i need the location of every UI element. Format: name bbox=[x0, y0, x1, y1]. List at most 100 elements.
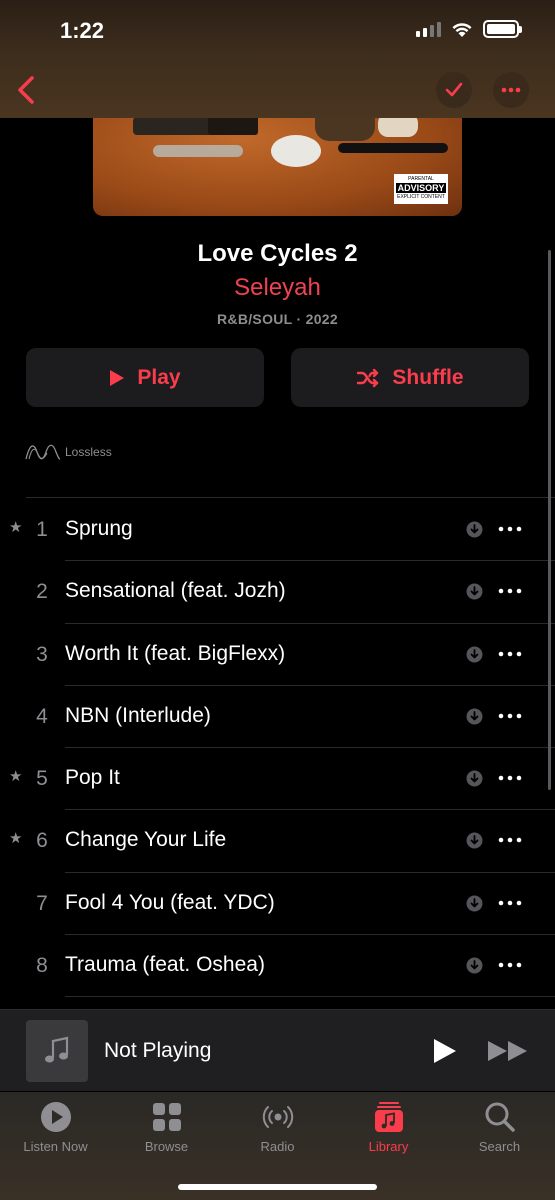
download-icon[interactable] bbox=[466, 832, 483, 849]
advisory-top-text: PARENTAL bbox=[408, 176, 434, 182]
track-list: ★ 1 Sprung 2 Sensational (feat. Jozh) 3 … bbox=[0, 498, 555, 998]
play-label: Play bbox=[137, 365, 181, 389]
track-row[interactable]: 4 NBN (Interlude) bbox=[0, 685, 555, 749]
track-number: 1 bbox=[36, 518, 48, 541]
artwork-object bbox=[133, 117, 213, 135]
track-more-icon[interactable] bbox=[498, 831, 522, 849]
tab-listen-now[interactable]: Listen Now bbox=[0, 1100, 111, 1154]
download-icon[interactable] bbox=[466, 521, 483, 538]
wifi-icon bbox=[452, 22, 472, 37]
track-number: 5 bbox=[36, 767, 48, 791]
download-icon[interactable] bbox=[466, 957, 483, 974]
more-options-button[interactable] bbox=[493, 72, 529, 108]
album-title: Love Cycles 2 bbox=[197, 240, 358, 267]
favorite-star-icon: ★ bbox=[9, 830, 23, 848]
track-row[interactable]: 7 Fool 4 You (feat. YDC) bbox=[0, 872, 555, 936]
library-icon bbox=[374, 1102, 403, 1132]
track-number: 7 bbox=[36, 891, 48, 915]
track-title: Pop It bbox=[65, 766, 120, 790]
track-more-icon[interactable] bbox=[498, 956, 522, 974]
mini-play-icon[interactable] bbox=[430, 1037, 458, 1065]
parental-advisory-label: PARENTAL ADVISORY EXPLICIT CONTENT bbox=[394, 174, 448, 204]
skip-forward-icon[interactable] bbox=[486, 1039, 530, 1063]
advisory-main-text: ADVISORY bbox=[396, 183, 446, 193]
tab-browse[interactable]: Browse bbox=[111, 1100, 222, 1154]
track-title: Change Your Life bbox=[65, 828, 227, 852]
back-chevron-icon[interactable] bbox=[12, 72, 42, 108]
shuffle-icon bbox=[357, 368, 379, 387]
album-artwork: PARENTAL ADVISORY EXPLICIT CONTENT bbox=[93, 105, 462, 216]
track-more-icon[interactable] bbox=[498, 769, 522, 787]
track-more-icon[interactable] bbox=[498, 582, 522, 600]
track-title: Worth It (feat. BigFlexx) bbox=[65, 641, 286, 665]
checkmark-icon bbox=[445, 82, 463, 97]
added-check-button[interactable] bbox=[436, 72, 472, 108]
lossless-badge[interactable]: Lossless bbox=[25, 441, 112, 463]
track-row[interactable]: 2 Sensational (feat. Jozh) bbox=[0, 560, 555, 624]
track-row[interactable]: ★ 6 Change Your Life bbox=[0, 809, 555, 873]
track-number: 6 bbox=[36, 829, 48, 853]
now-playing-title: Not Playing bbox=[104, 1039, 212, 1062]
download-icon[interactable] bbox=[466, 895, 483, 912]
radio-icon bbox=[262, 1106, 293, 1128]
tab-radio[interactable]: Radio bbox=[222, 1100, 333, 1154]
mini-player-artwork bbox=[26, 1020, 88, 1082]
download-icon[interactable] bbox=[466, 646, 483, 663]
status-time: 1:22 bbox=[60, 18, 105, 43]
track-more-icon[interactable] bbox=[498, 645, 522, 663]
download-icon[interactable] bbox=[466, 770, 483, 787]
mini-player[interactable]: Not Playing bbox=[0, 1009, 555, 1091]
ellipsis-icon bbox=[501, 87, 521, 93]
home-indicator[interactable] bbox=[178, 1184, 377, 1190]
track-title: Sensational (feat. Jozh) bbox=[65, 579, 286, 603]
artwork-pacifier bbox=[271, 135, 321, 167]
tab-label: Listen Now bbox=[23, 1139, 88, 1154]
download-icon[interactable] bbox=[466, 708, 483, 725]
tab-label: Browse bbox=[144, 1139, 189, 1154]
cellular-signal-icon bbox=[416, 21, 441, 37]
lossless-label: Lossless bbox=[65, 445, 112, 459]
track-more-icon[interactable] bbox=[498, 894, 522, 912]
track-title: Fool 4 You (feat. YDC) bbox=[65, 890, 275, 914]
track-row[interactable]: ★ 1 Sprung bbox=[0, 498, 555, 562]
search-icon bbox=[485, 1102, 515, 1132]
track-title: NBN (Interlude) bbox=[65, 703, 211, 727]
track-more-icon[interactable] bbox=[498, 520, 522, 538]
tab-search[interactable]: Search bbox=[444, 1100, 555, 1154]
play-icon bbox=[110, 369, 125, 386]
tab-label: Library bbox=[368, 1139, 409, 1154]
music-note-icon bbox=[45, 1036, 69, 1063]
grid-icon bbox=[152, 1103, 181, 1131]
tab-label: Radio bbox=[260, 1139, 295, 1154]
track-title: Sprung bbox=[65, 517, 133, 540]
track-number: 2 bbox=[36, 580, 48, 604]
track-row[interactable]: ★ 5 Pop It bbox=[0, 747, 555, 811]
track-number: 3 bbox=[36, 642, 48, 666]
status-icons bbox=[416, 20, 522, 38]
header-bar: 1:22 bbox=[0, 0, 555, 118]
artwork-keys bbox=[153, 145, 243, 157]
lossless-waveform-icon bbox=[25, 444, 61, 460]
track-number: 4 bbox=[36, 704, 48, 728]
favorite-star-icon: ★ bbox=[9, 519, 23, 536]
advisory-bottom-text: EXPLICIT CONTENT bbox=[397, 194, 445, 200]
row-divider bbox=[65, 996, 555, 998]
album-artist-link[interactable]: Seleyah bbox=[0, 274, 555, 302]
track-title: Trauma (feat. Oshea) bbox=[65, 953, 265, 977]
track-number: 8 bbox=[36, 954, 48, 978]
battery-icon bbox=[483, 20, 522, 38]
play-circle-icon bbox=[40, 1102, 71, 1132]
shuffle-label: Shuffle bbox=[392, 365, 464, 389]
track-row[interactable]: 3 Worth It (feat. BigFlexx) bbox=[0, 623, 555, 686]
track-more-icon[interactable] bbox=[498, 707, 522, 725]
download-icon[interactable] bbox=[466, 583, 483, 600]
track-row[interactable]: 8 Trauma (feat. Oshea) bbox=[0, 934, 555, 998]
tab-label: Search bbox=[478, 1139, 521, 1154]
tab-library[interactable]: Library bbox=[333, 1100, 444, 1154]
play-button[interactable]: Play bbox=[26, 348, 264, 407]
shuffle-button[interactable]: Shuffle bbox=[291, 348, 529, 407]
favorite-star-icon: ★ bbox=[9, 768, 23, 786]
scroll-indicator[interactable] bbox=[548, 250, 551, 790]
artwork-sunglasses bbox=[338, 143, 448, 153]
album-genre-year: R&B/SOUL · 2022 bbox=[217, 311, 338, 327]
